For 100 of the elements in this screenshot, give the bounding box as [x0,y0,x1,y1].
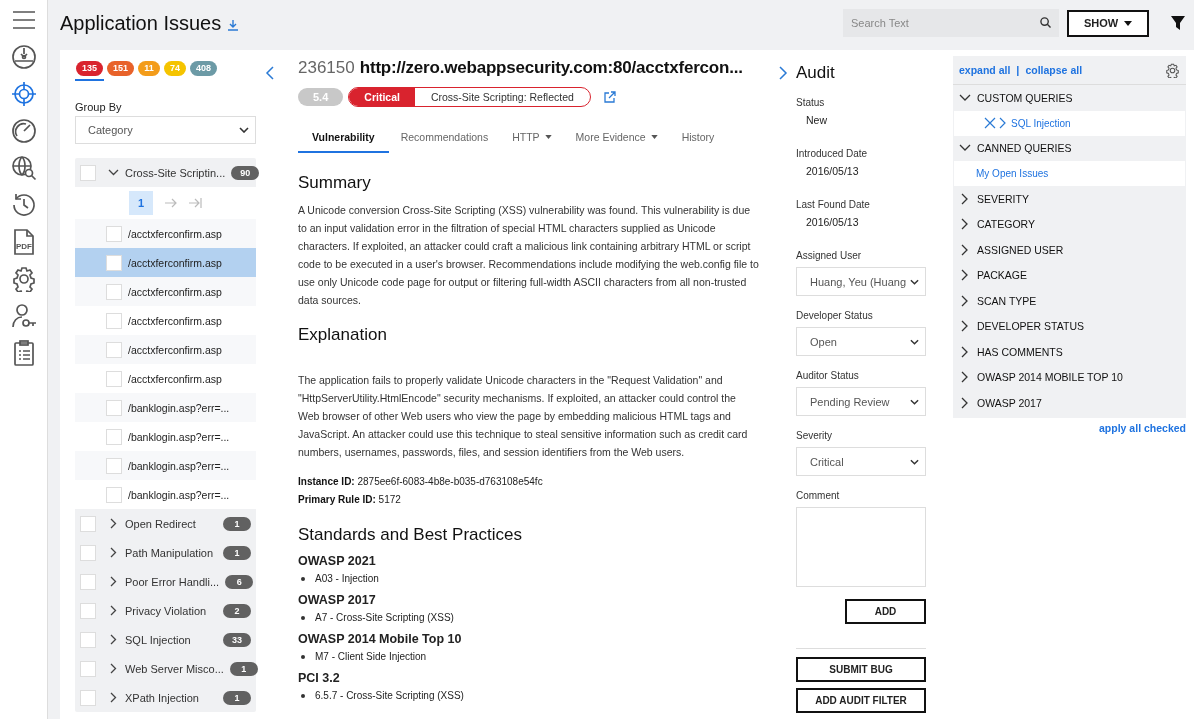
category-group-row[interactable]: SQL Injection 33 [75,625,256,654]
checkbox[interactable] [80,573,96,590]
issue-count-badge: 90 [231,165,260,180]
checkbox[interactable] [106,428,122,445]
issue-row[interactable]: /banklogin.asp?err=... [75,422,256,451]
chevron-right-icon[interactable] [108,518,119,529]
checkbox[interactable] [106,312,122,329]
target-icon[interactable] [10,81,37,107]
remove-icon[interactable] [984,117,996,129]
globe-search-icon[interactable] [10,155,37,181]
tab[interactable]: HTTP [500,123,564,153]
checkbox[interactable] [80,544,96,561]
standard-item: M7 - Client Side Injection [315,651,427,662]
checkbox[interactable] [106,399,122,416]
chevron-right-icon[interactable] [108,663,119,674]
checkbox[interactable] [106,283,122,300]
checkbox[interactable] [106,254,122,271]
category-group-row[interactable]: Path Manipulation 1 [75,538,256,567]
filter-section[interactable]: CATEGORY [953,211,1186,237]
filter-section[interactable]: SEVERITY [953,186,1186,212]
page-number[interactable]: 1 [129,191,153,215]
issue-row[interactable]: /acctxferconfirm.asp [75,335,256,364]
tab[interactable]: Recommendations [388,123,501,153]
user-key-icon[interactable] [10,303,37,329]
field-label: Introduced Date [796,148,869,159]
checkbox[interactable] [106,341,122,358]
chevron-right-icon[interactable] [999,117,1006,129]
checkbox[interactable] [80,631,96,648]
issue-count-badge: 1 [223,690,251,705]
filter-section[interactable]: ASSIGNED USER [953,237,1186,263]
expand-all-link[interactable]: expand all [959,64,1011,76]
filter-section[interactable]: OWASP 2017 [953,390,1186,416]
tab[interactable]: More Evidence [563,123,670,153]
checkbox[interactable] [80,660,96,677]
issue-count-badge: 1 [223,516,251,531]
previous-icon[interactable] [265,66,274,80]
chevron-right-icon[interactable] [108,692,119,703]
category-group-row[interactable]: XPath Injection 1 [75,683,256,712]
chevron-right-icon[interactable] [108,605,119,616]
history-icon[interactable] [10,192,37,218]
checkbox[interactable] [106,370,122,387]
filter-section[interactable]: OWASP 2014 MOBILE TOP 10 [953,364,1186,390]
filter-icon[interactable] [1171,16,1185,30]
bullet-icon [301,693,305,698]
checkbox[interactable] [80,164,96,181]
checkbox[interactable] [106,225,122,242]
issue-row[interactable]: /banklogin.asp?err=... [75,480,256,509]
category-name: Web Server Misco... [125,662,224,675]
checkbox[interactable] [80,689,96,706]
search-field[interactable]: Search Text [843,9,1059,37]
settings-icon[interactable] [1165,62,1180,78]
show-button[interactable]: SHOW [1067,9,1149,37]
tab[interactable]: History [669,123,727,153]
category-group-row[interactable]: Open Redirect 1 [75,509,256,538]
dropdown[interactable]: Pending Review [796,387,926,416]
chevron-right-icon[interactable] [108,634,119,645]
tab[interactable]: Vulnerability [298,123,389,153]
issue-row[interactable]: /acctxferconfirm.asp [75,219,256,248]
gauge-icon[interactable] [10,118,37,144]
filter-section[interactable]: DEVELOPER STATUS [953,313,1186,339]
external-link-icon[interactable] [603,91,616,103]
dropdown[interactable]: Huang, Yeu (Huang [796,267,926,296]
dashboard-icon[interactable] [10,44,37,70]
next-icon[interactable] [779,66,788,80]
issue-row[interactable]: /acctxferconfirm.asp [75,277,256,306]
query-link[interactable]: SQL Injection [1011,117,1071,129]
filter-section[interactable]: HAS COMMENTS [953,339,1186,365]
category-group-row[interactable]: Poor Error Handli... 6 [75,567,256,596]
issue-row[interactable]: /acctxferconfirm.asp [75,306,256,335]
action-button[interactable]: SUBMIT BUG [796,657,926,682]
chevron-down-icon[interactable] [108,167,119,178]
action-button[interactable]: ADD AUDIT FILTER [796,688,926,713]
issue-row[interactable]: /acctxferconfirm.asp [75,364,256,393]
query-link[interactable]: My Open Issues [976,168,1049,179]
category-group-row[interactable]: Privacy Violation 2 [75,596,256,625]
section-heading: Summary [298,173,372,193]
checkbox[interactable] [106,486,122,503]
dropdown[interactable]: Critical [796,447,926,476]
filter-section[interactable]: CUSTOM QUERIES [953,85,1186,111]
checkbox[interactable] [80,602,96,619]
chevron-right-icon[interactable] [108,576,119,587]
apply-all-checked-link[interactable]: apply all checked [1099,421,1186,434]
download-icon[interactable] [227,19,240,31]
issue-row[interactable]: /acctxferconfirm.asp [75,248,256,277]
category-group-row[interactable]: Web Server Misco... 1 [75,654,256,683]
dropdown[interactable]: Open [796,327,926,356]
filter-section[interactable]: CANNED QUERIES [953,135,1186,161]
group-by-dropdown[interactable]: Category [75,116,256,144]
chevron-right-icon[interactable] [108,547,119,558]
severity-filter-tab[interactable]: 135 [75,61,105,81]
add-button[interactable]: ADD [845,599,926,624]
filter-section[interactable]: SCAN TYPE [953,288,1186,314]
settings-icon[interactable] [10,266,37,292]
checkbox[interactable] [106,457,122,474]
comment-field[interactable] [796,507,926,587]
checkbox[interactable] [80,515,96,532]
collapse-all-link[interactable]: collapse all [1025,64,1083,76]
filter-section[interactable]: PACKAGE [953,262,1186,288]
issue-row[interactable]: /banklogin.asp?err=... [75,451,256,480]
issue-row[interactable]: /banklogin.asp?err=... [75,393,256,422]
